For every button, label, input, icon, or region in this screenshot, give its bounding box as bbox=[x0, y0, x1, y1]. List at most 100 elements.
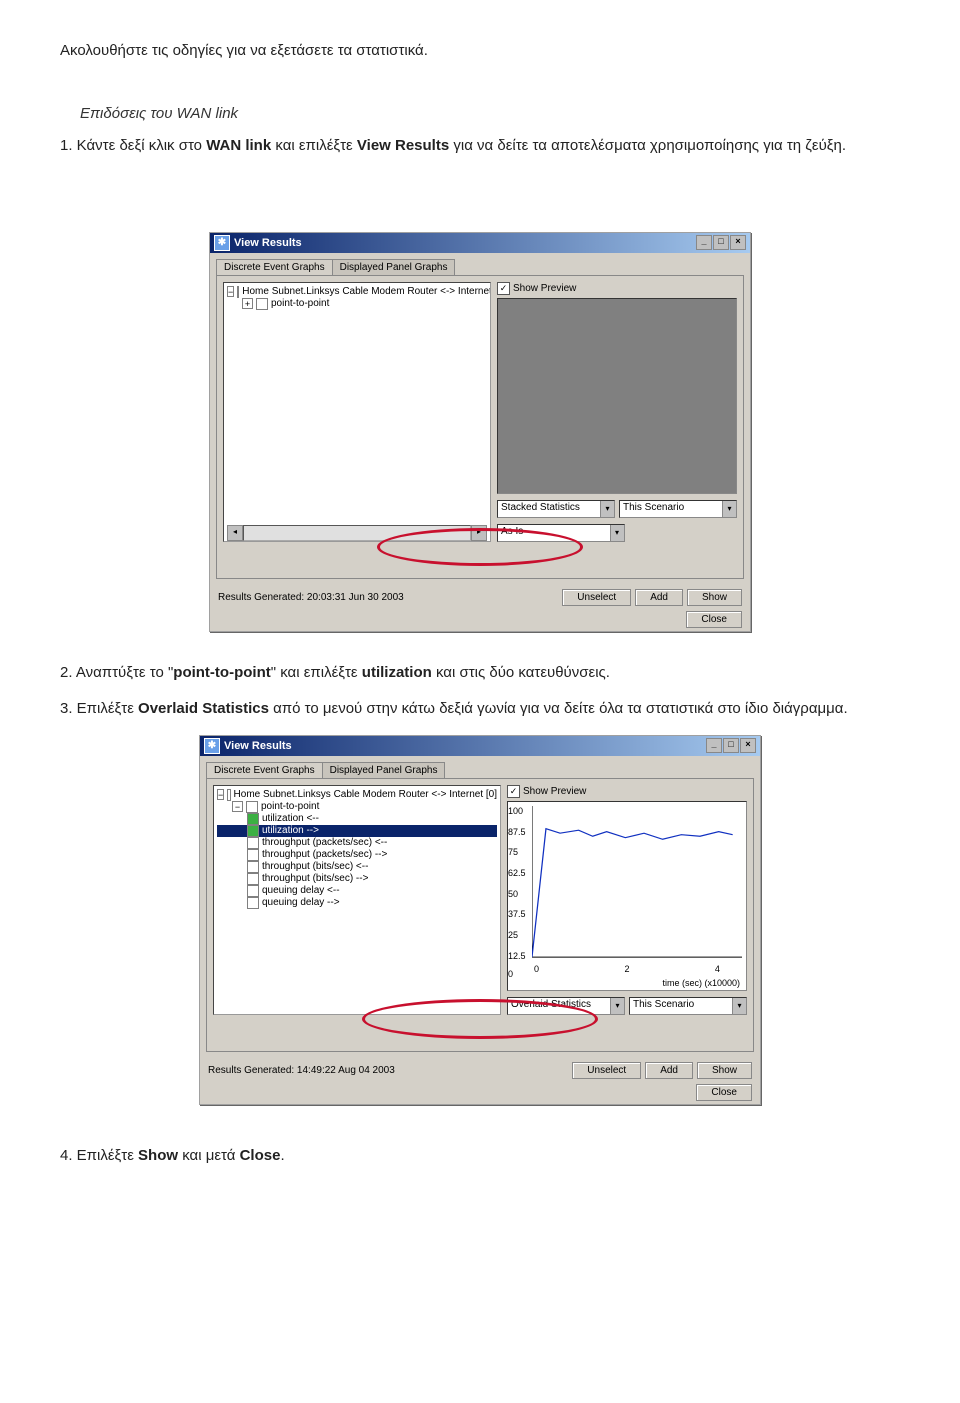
y-tick: 12.5 bbox=[508, 951, 526, 961]
minimize-button[interactable]: _ bbox=[706, 738, 722, 753]
collapse-icon[interactable]: − bbox=[217, 789, 224, 800]
y-tick: 100 bbox=[508, 806, 523, 816]
add-button[interactable]: Add bbox=[645, 1062, 693, 1079]
tree-checkbox[interactable] bbox=[247, 861, 259, 873]
tree-item-selected[interactable]: utilization --> bbox=[262, 825, 319, 836]
expand-icon[interactable]: − bbox=[227, 286, 234, 297]
y-tick: 37.5 bbox=[508, 909, 526, 919]
tree-checkbox[interactable] bbox=[227, 789, 230, 801]
collapse-icon[interactable]: − bbox=[232, 801, 243, 812]
unselect-button[interactable]: Unselect bbox=[572, 1062, 641, 1079]
tree-checkbox[interactable] bbox=[256, 298, 268, 310]
chevron-down-icon[interactable]: ▾ bbox=[610, 998, 624, 1014]
titlebar[interactable]: ✱ View Results _ □ × bbox=[200, 736, 760, 756]
preview-pane bbox=[497, 298, 737, 494]
tree-item-ptp[interactable]: point-to-point bbox=[261, 801, 319, 812]
close-button[interactable]: Close bbox=[686, 611, 742, 628]
show-preview-checkbox[interactable]: ✓ bbox=[497, 282, 510, 295]
y-tick: 50 bbox=[508, 889, 518, 899]
tab-discrete-event-graphs[interactable]: Discrete Event Graphs bbox=[216, 259, 333, 275]
step3-term1: Overlaid Statistics bbox=[138, 700, 269, 717]
tab-discrete-event-graphs[interactable]: Discrete Event Graphs bbox=[206, 762, 323, 778]
y-tick: 87.5 bbox=[508, 827, 526, 837]
scenario-dropdown[interactable]: This Scenario ▾ bbox=[619, 500, 737, 518]
tree-checkbox[interactable] bbox=[247, 885, 259, 897]
close-button[interactable]: Close bbox=[696, 1084, 752, 1101]
tab-displayed-panel-graphs[interactable]: Displayed Panel Graphs bbox=[332, 259, 456, 275]
chevron-down-icon[interactable]: ▾ bbox=[732, 998, 746, 1014]
step2-term2: utilization bbox=[362, 664, 432, 681]
tree-checkbox[interactable] bbox=[246, 801, 258, 813]
tree-checkbox-checked[interactable] bbox=[247, 825, 259, 837]
stats-tree[interactable]: − Home Subnet.Linksys Cable Modem Router… bbox=[223, 282, 491, 542]
close-window-button[interactable]: × bbox=[730, 235, 746, 250]
maximize-button[interactable]: □ bbox=[713, 235, 729, 250]
tree-item[interactable]: utilization <-- bbox=[262, 813, 319, 824]
tree-item[interactable]: queuing delay --> bbox=[262, 897, 340, 908]
step4-term1: Show bbox=[138, 1147, 178, 1164]
scroll-track[interactable] bbox=[243, 525, 471, 541]
scroll-right-button[interactable]: ▸ bbox=[471, 525, 487, 541]
tree-checkbox[interactable] bbox=[247, 849, 259, 861]
step1-pre: 1. Κάντε δεξί κλικ στο bbox=[60, 137, 206, 154]
step3-pre: 3. Επιλέξτε bbox=[60, 700, 138, 717]
step4-pre: 4. Επιλέξτε bbox=[60, 1147, 138, 1164]
tree-item[interactable]: throughput (bits/sec) <-- bbox=[262, 861, 368, 872]
step2-mid: " και επιλέξτε bbox=[271, 664, 362, 681]
window-title: View Results bbox=[224, 740, 706, 752]
dropdown-value: As Is bbox=[501, 526, 523, 537]
tree-item-ptp[interactable]: point-to-point bbox=[271, 298, 329, 309]
scroll-left-button[interactable]: ◂ bbox=[227, 525, 243, 541]
stats-tree[interactable]: − Home Subnet.Linksys Cable Modem Router… bbox=[213, 785, 501, 1015]
step4-term2: Close bbox=[240, 1147, 281, 1164]
tree-checkbox[interactable] bbox=[247, 837, 259, 849]
step2-post: και στις δύο κατευθύνσεις. bbox=[432, 664, 610, 681]
show-button[interactable]: Show bbox=[697, 1062, 752, 1079]
window-title: View Results bbox=[234, 237, 696, 249]
tree-root[interactable]: Home Subnet.Linksys Cable Modem Router <… bbox=[242, 286, 491, 297]
overlay-mode-dropdown[interactable]: Overlaid Statistics ▾ bbox=[507, 997, 625, 1015]
expand-icon[interactable]: + bbox=[242, 298, 253, 309]
show-preview-label: Show Preview bbox=[513, 283, 576, 294]
close-window-button[interactable]: × bbox=[740, 738, 756, 753]
titlebar[interactable]: ✱ View Results _ □ × bbox=[210, 233, 750, 253]
tree-item[interactable]: queuing delay <-- bbox=[262, 885, 340, 896]
add-button[interactable]: Add bbox=[635, 589, 683, 606]
tree-item[interactable]: throughput (packets/sec) <-- bbox=[262, 837, 387, 848]
x-axis-caption: time (sec) (x10000) bbox=[662, 978, 740, 988]
show-button[interactable]: Show bbox=[687, 589, 742, 606]
chart-svg bbox=[532, 806, 742, 962]
chevron-down-icon[interactable]: ▾ bbox=[610, 525, 624, 541]
dropdown-value: Stacked Statistics bbox=[501, 502, 580, 513]
overlay-mode-dropdown[interactable]: Stacked Statistics ▾ bbox=[497, 500, 615, 518]
scenario-dropdown[interactable]: This Scenario ▾ bbox=[629, 997, 747, 1015]
intro-text: Ακολουθήστε τις οδηγίες για να εξετάσετε… bbox=[60, 40, 900, 63]
step-4: 4. Επιλέξτε Show και μετά Close. bbox=[60, 1145, 900, 1168]
chevron-down-icon[interactable]: ▾ bbox=[722, 501, 736, 517]
step2-term1: point-to-point bbox=[173, 664, 270, 681]
unselect-button[interactable]: Unselect bbox=[562, 589, 631, 606]
dropdown-value: Overlaid Statistics bbox=[511, 999, 591, 1010]
chart-preview: 100 87.5 75 62.5 50 37.5 25 12.5 0 0 2 4… bbox=[507, 801, 747, 991]
step4-post: . bbox=[280, 1147, 284, 1164]
show-preview-checkbox[interactable]: ✓ bbox=[507, 785, 520, 798]
tree-root[interactable]: Home Subnet.Linksys Cable Modem Router <… bbox=[234, 789, 497, 800]
step1-mid: και επιλέξτε bbox=[271, 137, 357, 154]
step1-term1: WAN link bbox=[206, 137, 271, 154]
chevron-down-icon[interactable]: ▾ bbox=[600, 501, 614, 517]
tab-displayed-panel-graphs[interactable]: Displayed Panel Graphs bbox=[322, 762, 446, 778]
app-icon: ✱ bbox=[204, 738, 220, 754]
asis-dropdown[interactable]: As Is ▾ bbox=[497, 524, 625, 542]
minimize-button[interactable]: _ bbox=[696, 235, 712, 250]
y-tick: 25 bbox=[508, 930, 518, 940]
tree-item[interactable]: throughput (packets/sec) --> bbox=[262, 849, 387, 860]
tree-checkbox-checked[interactable] bbox=[247, 813, 259, 825]
tree-item[interactable]: throughput (bits/sec) --> bbox=[262, 873, 368, 884]
tree-checkbox[interactable] bbox=[247, 873, 259, 885]
maximize-button[interactable]: □ bbox=[723, 738, 739, 753]
results-generated-text: Results Generated: 20:03:31 Jun 30 2003 bbox=[218, 592, 404, 603]
y-tick: 62.5 bbox=[508, 868, 526, 878]
step2-pre: 2. Αναπτύξτε το " bbox=[60, 664, 173, 681]
tree-checkbox[interactable] bbox=[247, 897, 259, 909]
tree-checkbox[interactable] bbox=[237, 286, 239, 298]
